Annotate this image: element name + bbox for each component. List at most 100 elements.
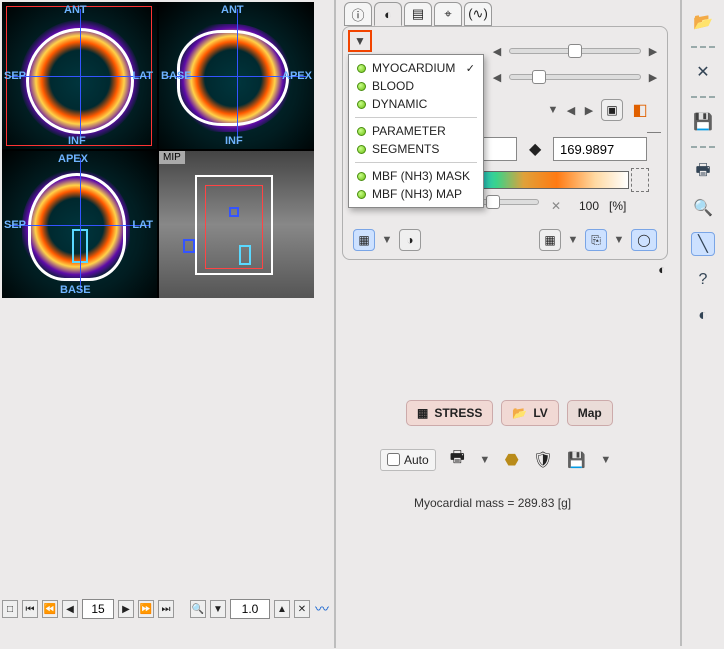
mass-readout: Myocardial mass = 289.83 [g] [414,496,571,510]
pick-icon[interactable]: ▦ [539,229,561,251]
mass-value: 289.83 [518,496,555,510]
stress-button[interactable]: ▦STRESS [406,400,493,426]
crosshair-v[interactable] [80,9,81,141]
contrast-reset-icon[interactable]: ◧ [629,99,651,121]
window-slider-row: ◀ ▶ [491,45,659,57]
tab-tools[interactable]: ⌖ [434,2,462,26]
series-item-myocardium[interactable]: MYOCARDIUM✓ [351,59,481,77]
crop-red[interactable] [205,185,263,269]
frame-rev-icon[interactable]: ⏪ [42,600,58,618]
zoom-out-icon[interactable]: 🔍 [190,600,206,618]
frame-next-icon[interactable]: ▶ [118,600,134,618]
threshold-input[interactable] [553,137,647,161]
series-item-parameter[interactable]: PARAMETER [351,122,481,140]
help-icon[interactable]: ? [691,268,715,292]
dd-label: BLOOD [372,79,414,93]
crosshair-v[interactable] [80,158,81,290]
tab-info[interactable]: ⓘ [344,2,372,26]
separator [691,46,715,48]
minimize-icon[interactable]: — [647,123,661,139]
frame-fwd-icon[interactable]: ⏩ [138,600,154,618]
frame-prev-icon[interactable]: ◀ [62,600,78,618]
series-dropdown-button[interactable]: ▼ [348,30,372,52]
zoom-icon[interactable]: 🔍 [691,196,715,220]
region-grow-icon[interactable]: ▣ [601,99,623,121]
series-item-blood[interactable]: BLOOD [351,77,481,95]
viewport-vla[interactable]: APEX SEP LAT BASE [2,151,157,298]
zoom-up-icon[interactable]: ▲ [274,600,290,618]
open-icon[interactable]: 📂 [691,10,715,34]
marker-center[interactable] [229,207,239,217]
shield-icon[interactable]: 🛡 [533,450,553,470]
slider-left-icon[interactable]: ◀ [491,71,503,83]
slider-right-icon[interactable]: ▶ [647,71,659,83]
series-item-dynamic[interactable]: DYNAMIC [351,95,481,113]
contrast-tool-icon[interactable]: ◐ [691,304,715,328]
frame-first-icon[interactable]: ⏮ [22,600,38,618]
collapse-icon[interactable]: ✕ [294,600,310,618]
marker-cyan[interactable] [239,245,251,265]
level-slider-row: ◀ ▶ [491,71,659,83]
slider-left-icon[interactable]: ◀ [491,45,503,57]
dropdown-icon[interactable]: ▼ [567,234,579,246]
save-icon[interactable]: 💾 [567,451,586,469]
window-slider[interactable] [509,48,641,54]
zoom-input[interactable] [230,599,270,619]
orient-inf: INF [68,135,86,147]
wave-icon[interactable]: 〰 [314,600,330,618]
colormap-more-icon[interactable] [631,168,649,192]
marker-blue[interactable] [183,239,195,253]
orient-ant: ANT [64,4,87,16]
segment-tool-icon[interactable]: ╲ [691,232,715,256]
toolstrip: 📂 ✕ 💾 🖶 🔍 ╲ ? ◐ [680,0,724,646]
level-slider[interactable] [509,74,641,80]
dropdown-icon[interactable]: ▼ [381,234,393,246]
tab-extra[interactable]: (∿) [464,2,492,26]
map-button[interactable]: Map [567,400,613,426]
tab-bar: ⓘ ◐ ▤ ⌖ (∿) [344,2,492,26]
frame-last-icon[interactable]: ⏭ [158,600,174,618]
viewport-hla[interactable]: ANT BASE APEX INF [159,2,314,149]
series-item-segments[interactable]: SEGMENTS [351,140,481,158]
grid-layout-icon[interactable]: ▦ [353,229,375,251]
viewport-sax[interactable]: ANT SEP LAT INF [2,2,157,149]
dropdown-icon[interactable]: ▼ [613,234,625,246]
voi-outline [28,173,126,281]
auto-toggle[interactable]: Auto [380,449,436,471]
save-icon[interactable]: 💾 [691,110,715,134]
viewport-mip[interactable]: MIP [159,151,314,298]
half-contrast-icon[interactable]: ◐ [658,262,666,277]
frame-stop-icon[interactable]: □ [2,600,18,618]
step-right-icon[interactable]: ▶ [583,104,595,116]
tab-layers[interactable]: ▤ [404,2,432,26]
opacity-unit: [%] [609,199,626,213]
series-item-mbf-map[interactable]: MBF (NH3) MAP [351,185,481,203]
print-icon[interactable]: 🖶 [450,446,465,473]
orient-sep: SEP [4,70,26,82]
print-layout-icon[interactable]: 🖶 [691,160,715,184]
polar-icon[interactable]: ⬣ [505,450,519,470]
frame-input[interactable] [82,599,114,619]
slider-right-icon[interactable]: ▶ [647,45,659,57]
contrast-flip-icon[interactable]: ◑ [399,229,421,251]
crosshair-v[interactable] [237,9,238,141]
mass-unit: [g] [558,496,571,510]
tab-contrast[interactable]: ◐ [374,2,402,26]
auto-checkbox[interactable] [387,453,400,466]
lv-button[interactable]: 📂LV [501,400,558,426]
dd-label: PARAMETER [372,124,446,138]
mask-shape-icon[interactable]: ◯ [631,229,657,251]
series-item-mbf-mask[interactable]: MBF (NH3) MASK [351,167,481,185]
dropdown-icon[interactable]: ▼ [479,454,491,466]
orient-lat: LAT [132,70,153,82]
dropdown-icon[interactable]: ▼ [600,454,612,466]
threshold-icon[interactable]: ◆ [529,139,541,159]
zoom-reset-icon[interactable]: ▼ [210,600,226,618]
opacity-reset-icon[interactable]: ✕ [551,199,561,213]
bullet-icon [357,172,366,181]
label: STRESS [434,406,482,420]
close-icon[interactable]: ✕ [691,60,715,84]
sync-icon[interactable]: ⎘ [585,229,607,251]
step-left-icon[interactable]: ◀ [565,104,577,116]
dropdown-icon[interactable]: ▼ [547,104,559,116]
